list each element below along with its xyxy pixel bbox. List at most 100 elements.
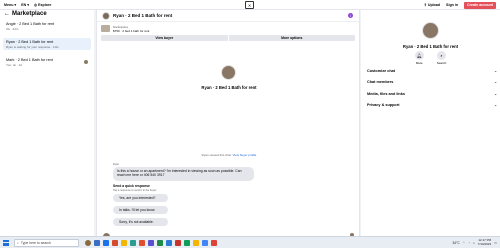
chevron-down-icon: ▾ [14,2,17,7]
view-buyer-profile-link[interactable]: View buyer profile [233,153,257,157]
menu-button[interactable]: Menu ▾ [4,3,16,7]
taskbar-search-input[interactable]: ⌕ Type here to search [14,238,79,247]
chevron-down-icon: ▾ [27,2,30,7]
search-label: Search [436,61,447,65]
volume-icon[interactable]: ◖ [473,241,475,245]
notification-icon[interactable]: ▭ [494,241,497,245]
listing-summary[interactable]: Marketplace $750 · 2 bed 1 bath for rent [97,22,359,35]
conversation-item-ryan[interactable]: Ryan · 2 Bed 1 Bath for rent Ryan is wai… [3,38,91,50]
avatar [84,59,88,64]
conversation-title: Ryan · 2 Bed 1 Bath for rent [113,13,173,18]
conversation-sidebar: ← Marketplace Angie · 2 Bed 1 Bath for r… [0,10,94,236]
conversation-name: Angie · 2 Bed 1 Bath for rent [6,21,55,26]
clock[interactable]: 12:17 PM 7/10/2023 [478,239,491,246]
app-icon[interactable] [175,239,181,246]
app-icon[interactable] [211,239,217,246]
taskbar-apps [85,239,217,246]
search-button[interactable]: ⌕ Search [436,51,447,65]
search-icon: ⌕ [17,240,19,245]
quick-reply-button[interactable]: Sorry, it's not available. [113,218,168,226]
app-icon[interactable] [202,239,208,246]
chat-details-panel: Ryan · 2 Bed 1 Bath for rent 🔔︎ Mute ⌕ S… [361,10,500,236]
viewed-notice: Ryan viewed this chat. View buyer profil… [97,153,361,157]
app-icon[interactable] [112,239,118,246]
conversation-header: Ryan · 2 Bed 1 Bath for rent i [97,10,359,22]
upload-button[interactable]: ⇪ Upload [424,3,440,7]
avatar[interactable] [102,11,110,20]
app-icon[interactable] [184,239,190,246]
app-icon[interactable] [193,239,199,246]
conversation-name: Ryan · 2 Bed 1 Bath for rent [6,39,54,44]
menu-label: Customize chat [367,69,396,73]
taskbar: ⌕ Type here to search 34°C ⌃ ◔ ◖ 12:17 P… [0,236,500,248]
explore-label: Explore [38,2,52,7]
task-view-icon[interactable] [94,239,100,246]
message-bubble: Is this a house or an apartment? I'm int… [113,167,254,181]
conversation-panel: Ryan · 2 Bed 1 Bath for rent i Marketpla… [96,10,361,240]
bell-icon: 🔔︎ [414,51,424,60]
app-icon[interactable] [157,239,163,246]
quick-reply-button[interactable]: In talks. I'll let you know. [113,206,168,214]
taskbar-search-placeholder: Type here to search [20,240,51,245]
conversation-preview: Ok · 24m [6,26,19,31]
message-sender: Ryan [113,163,120,166]
chevron-down-icon: ⌄ [494,103,497,107]
app-icon[interactable] [148,239,154,246]
menu-chat-members[interactable]: Chat members ⌄ [367,77,497,87]
quick-response-subtitle: Tap a response to send it to the buyer. [113,188,157,192]
menu-label: Chat members [367,80,394,84]
details-title: Ryan · 2 Bed 1 Bath for rent [402,44,459,49]
avatar [221,65,236,80]
more-options-button[interactable]: More options [228,35,355,41]
create-account-button[interactable]: Create account [464,1,496,9]
conversation-name: Mark · 2 Bed 1 Bath for rent [6,57,53,62]
chevron-down-icon: ⌄ [494,80,497,84]
avatar [422,22,439,39]
view-buyer-button[interactable]: View buyer [101,35,228,41]
quick-response-title: Send a quick response [113,184,150,188]
listing-text: $750 · 2 bed 1 bath for rent [113,28,150,33]
chevron-down-icon: ⌄ [494,69,497,73]
app-icon[interactable] [139,239,145,246]
explore-button[interactable]: ◎ Explore [34,3,51,7]
system-tray: 34°C ⌃ ◔ ◖ 12:17 PM 7/10/2023 ▭ [453,237,497,248]
app-icon[interactable] [85,239,91,246]
menu-label: Privacy & support [367,103,400,107]
conversation-item-mark[interactable]: Mark · 2 Bed 1 Bath for rent You: ok · 1… [3,56,91,68]
chevron-down-icon: ⌄ [494,92,497,96]
sidebar-title-text: Marketplace [12,11,47,17]
sign-in-link[interactable]: Sign in [446,3,458,7]
mute-label: Mute [415,61,423,65]
sidebar-title: ← Marketplace [4,11,47,17]
network-icon[interactable]: ◔ [468,241,470,245]
clock-date: 7/10/2023 [477,242,492,246]
windows-start-icon[interactable] [3,239,9,246]
app-icon[interactable] [130,239,136,246]
language-button[interactable]: EN ▾ [21,3,29,7]
file-explorer-icon[interactable] [121,239,127,246]
menu-media-files-links[interactable]: Media, files and links ⌄ [367,89,497,99]
menu-customize-chat[interactable]: Customize chat ⌄ [367,66,497,76]
quick-reply-button[interactable]: Yes, are you interested? [113,194,168,202]
upload-label: Upload [427,3,441,7]
app-icon[interactable] [103,239,109,246]
menu-privacy-support[interactable]: Privacy & support ⌄ [367,100,497,110]
compass-icon: ◎ [34,2,38,7]
listing-thumbnail [101,25,110,32]
language-label: EN [21,2,27,7]
back-arrow-icon[interactable]: ← [4,11,10,17]
weather-text[interactable]: 34°C [453,241,460,245]
info-icon[interactable]: i [348,13,353,18]
conversation-center-title: Ryan · 2 Bed 1 Bath for rent [201,85,257,90]
site-logo[interactable]: ✕ [245,1,254,9]
upload-icon: ⇪ [423,3,427,7]
logo-icon: ✕ [247,2,252,8]
app-icon[interactable] [166,239,172,246]
conversation-preview: You: ok · 1d [6,62,22,67]
mute-button[interactable]: 🔔︎ Mute [414,51,424,65]
details-actions: 🔔︎ Mute ⌕ Search [361,51,500,65]
conversation-item-angie[interactable]: Angie · 2 Bed 1 Bath for rent Ok · 24m [3,20,91,32]
viewed-text: Ryan viewed this chat. [201,153,232,157]
menu-label: Media, files and links [367,92,405,96]
chevron-up-icon[interactable]: ⌃ [463,241,466,245]
